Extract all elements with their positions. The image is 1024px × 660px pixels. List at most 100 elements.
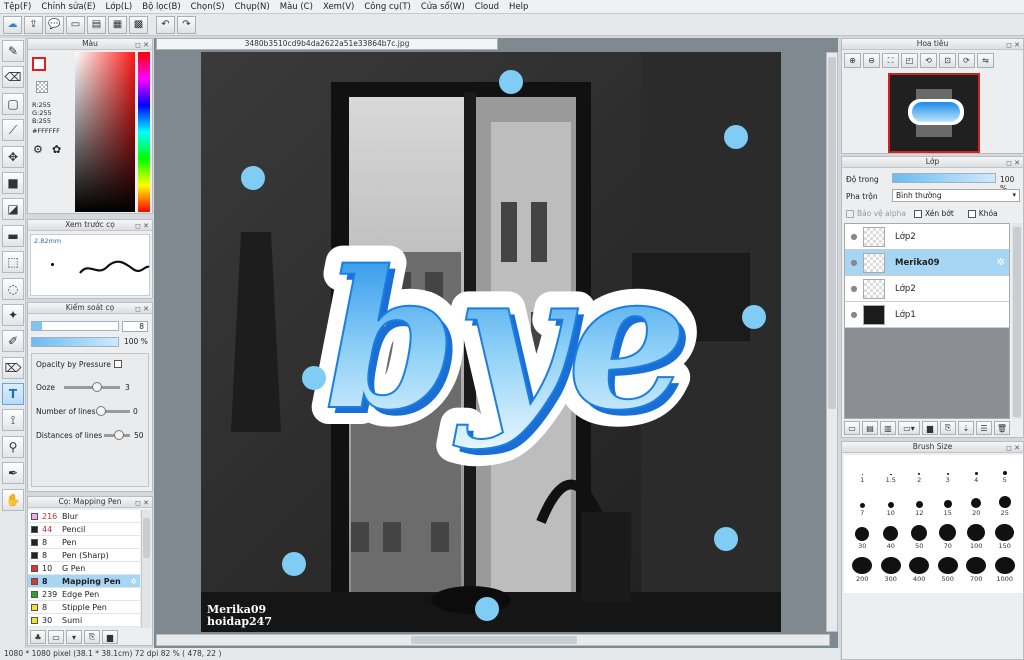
menu-view[interactable]: Xem(V) (323, 2, 354, 12)
eye-icon[interactable]: ● (845, 310, 863, 319)
rectangle-tool-icon[interactable]: ▢ (2, 92, 24, 115)
brush-size-option[interactable]: 1 (848, 458, 877, 484)
layer-settings-menu-icon[interactable]: ☰ (976, 421, 992, 435)
brush-size-option[interactable]: 100 (962, 524, 991, 550)
grid-icon[interactable]: ▩ (129, 15, 148, 34)
panel-close-icon[interactable]: ◻ ✕ (135, 498, 149, 508)
layer-folder-icon[interactable]: ▆ (922, 421, 938, 435)
ooze-slider-thumb[interactable] (92, 382, 102, 392)
brush-item[interactable]: 44 Pencil (28, 523, 140, 536)
menu-window[interactable]: Cửa sổ(W) (421, 2, 465, 12)
panel-close-icon[interactable]: ◻ ✕ (1006, 158, 1020, 168)
add-layer-menu-icon[interactable]: ▭▾ (898, 421, 920, 435)
lines-slider-thumb[interactable] (96, 406, 106, 416)
horizontal-scroll-thumb[interactable] (411, 636, 577, 644)
menu-color[interactable]: Màu (C) (280, 2, 313, 12)
comment-icon[interactable]: 💬 (45, 15, 64, 34)
brush-settings-icon[interactable]: ✲ (130, 577, 137, 586)
brush-size-option[interactable]: 10 (877, 491, 906, 517)
reset-rotation-icon[interactable]: ⊡ (939, 53, 956, 68)
brush-item-selected[interactable]: 8 Mapping Pen ✲ (28, 575, 140, 588)
eyedropper-tool-icon[interactable]: ✒ (2, 462, 24, 485)
clipping-checkbox[interactable] (913, 209, 922, 218)
menu-filter[interactable]: Bộ lọc(B) (142, 2, 180, 12)
eye-icon[interactable]: ● (845, 258, 863, 267)
brush-item[interactable]: 216 Blur (28, 510, 140, 523)
brush-size-option[interactable]: 150 (991, 524, 1020, 550)
horizontal-scrollbar[interactable] (156, 634, 830, 646)
brush-size-option[interactable]: 50 (905, 524, 934, 550)
brush-size-option[interactable]: 4 (962, 458, 991, 484)
lasso-tool-icon[interactable]: ◌ (2, 277, 24, 300)
brush-size-option[interactable]: 70 (934, 524, 963, 550)
brush-size-option[interactable]: 400 (905, 557, 934, 583)
brush-menu-icon[interactable]: ▾ (66, 630, 82, 644)
brush-item[interactable]: 239 Edge Pen (28, 588, 140, 601)
brush-size-option[interactable]: 200 (848, 557, 877, 583)
menu-tools[interactable]: Công cụ(T) (364, 2, 411, 12)
foreground-swatch[interactable] (32, 57, 46, 71)
layer-opacity-slider[interactable] (892, 173, 996, 183)
brush-list-scrollbar[interactable] (141, 510, 151, 628)
vertical-scrollbar[interactable] (826, 52, 838, 632)
brush-size-option[interactable]: 40 (877, 524, 906, 550)
brush-item[interactable]: 8 Pen (28, 536, 140, 549)
brush-size-slider[interactable] (31, 321, 119, 331)
brush-size-option[interactable]: 1.5 (877, 458, 906, 484)
panel-icon[interactable]: ▦ (108, 15, 127, 34)
layer-row[interactable]: ● Lớp2 (845, 276, 1009, 302)
brush-size-option[interactable]: 25 (991, 491, 1020, 517)
vertical-scroll-thumb[interactable] (828, 57, 836, 409)
eye-icon[interactable]: ● (845, 284, 863, 293)
panel-close-icon[interactable]: ◻ ✕ (135, 221, 149, 231)
gradient-tool-icon[interactable]: ▬ (2, 224, 24, 247)
brush-tool-icon[interactable]: ✎ (2, 40, 24, 62)
fit-window-icon[interactable]: ⛶ (882, 53, 899, 68)
brush-opacity-slider[interactable] (31, 337, 119, 347)
menu-help[interactable]: Help (509, 2, 528, 12)
move-tool-icon[interactable]: ✥ (2, 145, 24, 168)
brush-size-option[interactable]: 5 (991, 458, 1020, 484)
frame-icon[interactable]: ▤ (87, 15, 106, 34)
blend-mode-select[interactable]: Bình thường ▾ (892, 189, 1020, 202)
artwork-canvas[interactable]: bye bye bye Merika09 hoidap247 (201, 52, 781, 632)
navigator-thumbnail[interactable] (888, 73, 980, 153)
fill-rect-tool-icon[interactable]: ■ (2, 171, 24, 194)
brush-size-option[interactable]: 12 (905, 491, 934, 517)
brush-size-option[interactable]: 500 (934, 557, 963, 583)
select-eraser-tool-icon[interactable]: ⌦ (2, 356, 24, 379)
brush-size-option[interactable]: 300 (877, 557, 906, 583)
delete-layer-icon[interactable]: 🗑 (994, 421, 1010, 435)
cloud-icon[interactable]: ☁ (3, 15, 22, 34)
hue-slider[interactable] (138, 52, 150, 212)
brush-size-option[interactable]: 2 (905, 458, 934, 484)
panel-close-icon[interactable]: ◻ ✕ (135, 304, 149, 314)
brush-size-option[interactable]: 1000 (991, 557, 1020, 583)
panel-close-icon[interactable]: ◻ ✕ (1006, 40, 1020, 50)
brush-size-option[interactable]: 30 (848, 524, 877, 550)
panel-close-icon[interactable]: ◻ ✕ (135, 40, 149, 50)
brush-item[interactable]: 8 Pen (Sharp) (28, 549, 140, 562)
undo-icon[interactable]: ↶ (156, 15, 175, 34)
brush-item[interactable]: 8 Stipple Pen (28, 601, 140, 614)
bucket-tool-icon[interactable]: ◪ (2, 198, 24, 221)
brush-size-option[interactable]: 15 (934, 491, 963, 517)
panel-close-icon[interactable]: ◻ ✕ (1006, 443, 1020, 453)
select-pen-tool-icon[interactable]: ✐ (2, 330, 24, 353)
menu-capture[interactable]: Chụp(N) (235, 2, 270, 12)
protect-alpha-checkbox[interactable] (846, 209, 854, 218)
layer-row[interactable]: ● Lớp2 (845, 224, 1009, 250)
add-brush-icon[interactable]: ♣ (30, 630, 46, 644)
zoom-out-icon[interactable]: ⊖ (863, 53, 880, 68)
menu-cloud[interactable]: Cloud (475, 2, 499, 12)
copy-brush-icon[interactable]: ⎘ (84, 630, 100, 644)
new-brush-icon[interactable]: ▭ (48, 630, 64, 644)
brush-size-option[interactable]: 700 (962, 557, 991, 583)
actual-size-icon[interactable]: ◰ (901, 53, 918, 68)
divide-tool-icon[interactable]: ⟟ (2, 409, 24, 432)
brush-size-option[interactable]: 3 (934, 458, 963, 484)
brush-item[interactable]: 30 Sumi (28, 614, 140, 627)
layer-list-scrollbar[interactable] (1012, 223, 1022, 419)
rotate-right-icon[interactable]: ⟳ (958, 53, 975, 68)
brush-item[interactable]: 10 G Pen (28, 562, 140, 575)
